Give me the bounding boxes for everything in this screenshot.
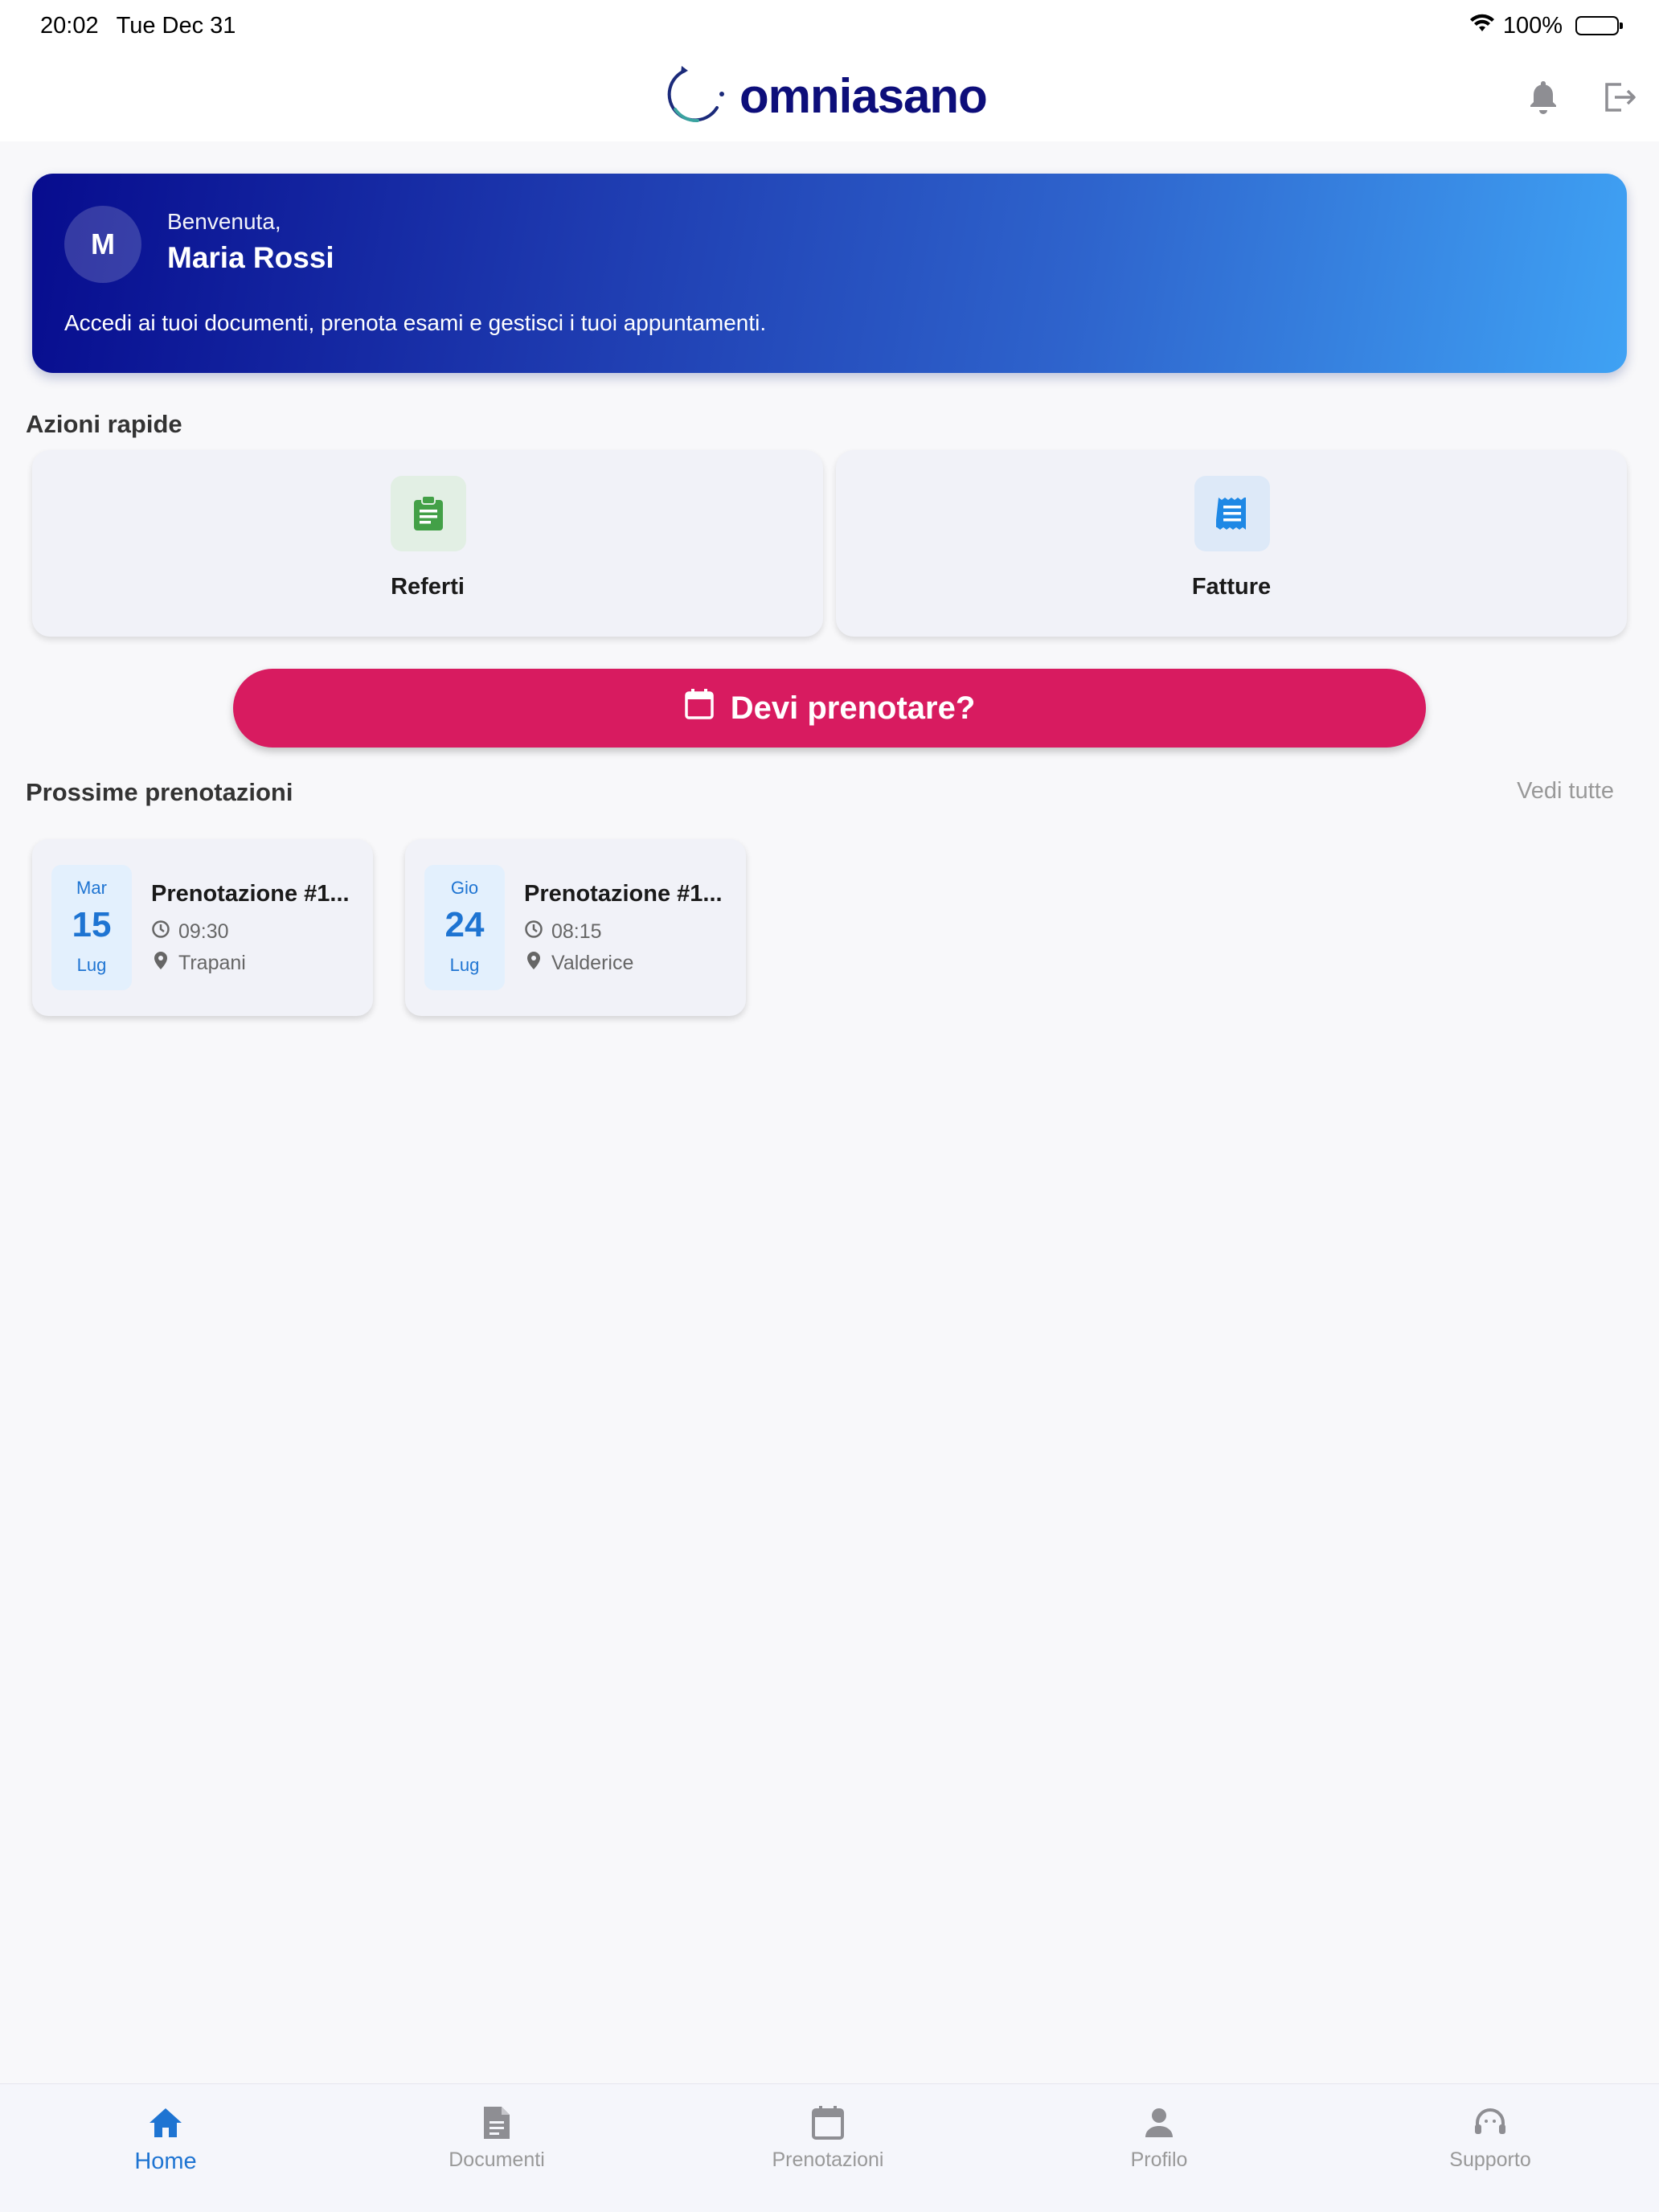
book-appointment-button[interactable]: Devi prenotare? <box>233 669 1426 748</box>
nav-item-home[interactable]: Home <box>0 2084 331 2212</box>
booking-dow: Gio <box>450 878 479 898</box>
welcome-card: M Benvenuta, Maria Rossi Accedi ai tuoi … <box>32 174 1627 373</box>
nav-label-home: Home <box>134 2149 197 2174</box>
receipt-icon <box>1194 476 1270 551</box>
action-label-fatture: Fatture <box>1191 574 1272 600</box>
location-pin-icon <box>151 950 170 977</box>
booking-dow: Mar <box>76 878 107 898</box>
app-header: omniasano <box>0 51 1659 141</box>
clock-icon <box>524 920 543 944</box>
booking-day: 24 <box>444 905 485 944</box>
logout-icon[interactable] <box>1600 77 1640 117</box>
booking-card[interactable]: Gio 24 Lug Prenotazione #1... 08:15 Vald… <box>405 839 746 1016</box>
booking-card[interactable]: Mar 15 Lug Prenotazione #1... 09:30 Trap… <box>32 839 373 1016</box>
booking-location: Valderice <box>551 952 634 974</box>
calendar-icon <box>684 688 715 728</box>
booking-time: 09:30 <box>178 920 229 943</box>
user-name: Maria Rossi <box>167 241 334 274</box>
app-logo: omniasano <box>661 59 988 133</box>
clock-icon <box>151 920 170 944</box>
booking-time-row: 09:30 <box>151 920 229 944</box>
upcoming-title: Prossime prenotazioni <box>26 778 293 806</box>
avatar: M <box>64 206 141 283</box>
action-label-referti: Referti <box>391 574 465 600</box>
support-icon <box>1471 2103 1509 2142</box>
nav-label-documenti: Documenti <box>449 2149 545 2171</box>
nav-item-profilo[interactable]: Profilo <box>993 2084 1325 2212</box>
booking-location-row: Trapani <box>151 950 246 977</box>
nav-item-prenotazioni[interactable]: Prenotazioni <box>662 2084 993 2212</box>
person-icon <box>1140 2103 1178 2142</box>
battery-percent: 100% <box>1502 12 1563 39</box>
booking-day: 15 <box>72 905 112 944</box>
wifi-icon <box>1469 13 1495 39</box>
book-button-label: Devi prenotare? <box>730 690 976 726</box>
booking-time-row: 08:15 <box>524 920 602 944</box>
battery-icon <box>1575 16 1623 35</box>
welcome-description: Accedi ai tuoi documenti, prenota esami … <box>64 310 767 335</box>
quick-actions-title: Azioni rapide <box>26 410 182 438</box>
nav-label-prenotazioni: Prenotazioni <box>772 2149 884 2171</box>
nav-label-profilo: Profilo <box>1130 2149 1188 2171</box>
nav-item-supporto[interactable]: Supporto <box>1325 2084 1656 2212</box>
bell-icon[interactable] <box>1523 77 1563 117</box>
home-icon <box>146 2103 185 2142</box>
clipboard-icon <box>391 476 466 551</box>
booking-title: Prenotazione #1... <box>151 881 350 907</box>
status-date: Tue Dec 31 <box>116 12 236 39</box>
action-card-referti[interactable]: Referti <box>32 450 823 637</box>
booking-month: Lug <box>76 955 107 975</box>
booking-date: Gio 24 Lug <box>424 865 505 990</box>
greeting-text: Benvenuta, <box>167 209 281 234</box>
booking-date: Mar 15 Lug <box>51 865 132 990</box>
document-icon <box>477 2103 516 2142</box>
status-bar: 20:02 Tue Dec 31 100% <box>0 0 1659 51</box>
status-time: 20:02 <box>40 12 99 39</box>
nav-item-documenti[interactable]: Documenti <box>331 2084 662 2212</box>
booking-time: 08:15 <box>551 920 602 943</box>
booking-title: Prenotazione #1... <box>524 881 723 907</box>
calendar-icon <box>809 2103 847 2142</box>
logo-text: omniasano <box>739 68 988 123</box>
logo-ring-icon <box>661 59 730 133</box>
action-card-fatture[interactable]: Fatture <box>836 450 1627 637</box>
nav-label-supporto: Supporto <box>1449 2149 1531 2171</box>
booking-month: Lug <box>449 955 480 975</box>
see-all-link[interactable]: Vedi tutte <box>1517 778 1614 805</box>
location-pin-icon <box>524 950 543 977</box>
bottom-navigation: Home Documenti Prenotazioni Profilo Supp… <box>0 2083 1659 2212</box>
booking-location-row: Valderice <box>524 950 633 977</box>
booking-location: Trapani <box>178 952 246 974</box>
